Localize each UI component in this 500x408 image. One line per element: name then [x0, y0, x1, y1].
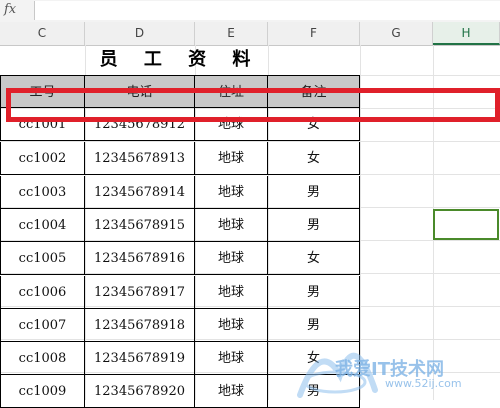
table-cell[interactable]: 12345678915	[85, 209, 195, 242]
table-cell[interactable]: 12345678920	[85, 375, 195, 408]
table-cell[interactable]: cc1008	[0, 342, 85, 375]
table-cell[interactable]: 男	[268, 176, 360, 209]
table-cell[interactable]: 地球	[195, 342, 268, 375]
header-highlight-box	[6, 88, 500, 122]
table-cell[interactable]: 地球	[195, 242, 268, 275]
column-header-c[interactable]: C	[0, 22, 85, 45]
table-cell[interactable]: 12345678919	[85, 342, 195, 375]
table-cell[interactable]: cc1002	[0, 142, 85, 175]
table-cell[interactable]: 女	[268, 142, 360, 175]
table-cell[interactable]: 地球	[195, 142, 268, 175]
column-header-h[interactable]: H	[433, 22, 500, 45]
table-cell[interactable]: cc1007	[0, 309, 85, 342]
table-cell[interactable]: 地球	[195, 309, 268, 342]
table-cell[interactable]: 女	[268, 242, 360, 275]
column-header-d[interactable]: D	[85, 22, 195, 45]
watermark-url: www.52ij.com	[385, 377, 462, 390]
sheet-title[interactable]: 员 工 资 料	[0, 45, 360, 75]
table-cell[interactable]: 12345678917	[85, 276, 195, 309]
column-header-g[interactable]: G	[360, 22, 433, 45]
table-cell[interactable]: cc1005	[0, 242, 85, 275]
table-cell[interactable]: 地球	[195, 176, 268, 209]
formula-bar: fx	[0, 0, 500, 23]
fx-icon[interactable]: fx	[4, 2, 16, 17]
formula-input[interactable]	[34, 1, 500, 20]
table-cell[interactable]: 12345678914	[85, 176, 195, 209]
column-header-row: CDEFGH	[0, 22, 500, 46]
table-cell[interactable]: cc1004	[0, 209, 85, 242]
table-cell[interactable]: 地球	[195, 276, 268, 309]
table-cell[interactable]: cc1003	[0, 176, 85, 209]
table-cell[interactable]: 男	[268, 276, 360, 309]
table-cell[interactable]: 12345678918	[85, 309, 195, 342]
column-header-f[interactable]: F	[268, 22, 360, 45]
table-cell[interactable]: 12345678913	[85, 142, 195, 175]
table-cell[interactable]: cc1009	[0, 375, 85, 408]
table-cell[interactable]: cc1006	[0, 276, 85, 309]
column-header-e[interactable]: E	[195, 22, 268, 45]
table-cell[interactable]: 男	[268, 209, 360, 242]
active-cell-selection[interactable]	[433, 209, 499, 240]
table-cell[interactable]: 12345678916	[85, 242, 195, 275]
table-cell[interactable]: 地球	[195, 209, 268, 242]
table-cell[interactable]: 地球	[195, 375, 268, 408]
